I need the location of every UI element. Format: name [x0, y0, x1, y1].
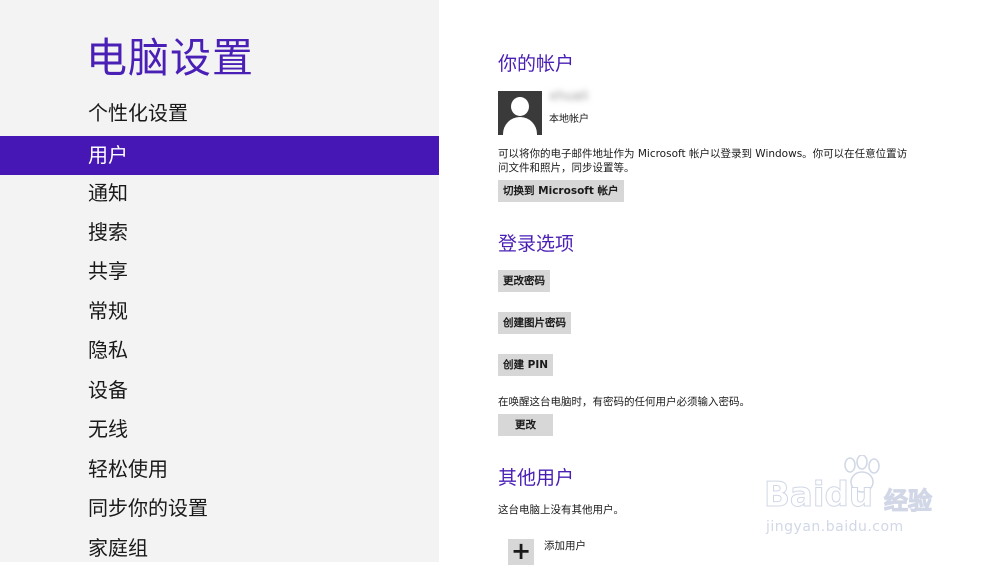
nav-item-wireless[interactable]: 无线	[0, 410, 439, 449]
settings-sidebar: 电脑设置 个性化设置 用户 通知 搜索 共享 常规 隐私 设备 无线 轻松使用 …	[0, 0, 439, 562]
add-user-label[interactable]: 添加用户	[544, 538, 586, 553]
nav-item-privacy[interactable]: 隐私	[0, 331, 439, 370]
signin-options-heading: 登录选项	[498, 233, 575, 255]
your-account-heading: 你的帐户	[498, 53, 575, 75]
user-avatar-icon	[498, 91, 542, 135]
avatar-body-shape	[503, 117, 537, 135]
user-name: xhuali	[549, 89, 589, 104]
nav-item-search[interactable]: 搜索	[0, 213, 439, 252]
nav-item-personalization[interactable]: 个性化设置	[0, 94, 439, 133]
app-title: 电脑设置	[86, 34, 254, 82]
nav-item-sync-settings[interactable]: 同步你的设置	[0, 489, 439, 528]
watermark-brand-cn: 经验	[884, 487, 933, 516]
account-description-line2: 问文件和照片，同步设置等。	[498, 162, 635, 174]
create-picture-password-button[interactable]: 创建图片密码	[498, 312, 571, 334]
nav-item-devices[interactable]: 设备	[0, 371, 439, 410]
nav-item-homegroup[interactable]: 家庭组	[0, 529, 439, 568]
change-wake-setting-button[interactable]: 更改	[498, 414, 553, 436]
other-users-heading: 其他用户	[498, 467, 575, 489]
baidu-watermark: Baidu 经验 jingyan.baidu.com	[760, 455, 960, 545]
wake-password-text: 在唤醒这台电脑时，有密码的任何用户必须输入密码。	[498, 396, 750, 408]
change-password-button[interactable]: 更改密码	[498, 270, 550, 292]
nav-item-ease-of-access[interactable]: 轻松使用	[0, 450, 439, 489]
watermark-url: jingyan.baidu.com	[766, 519, 904, 535]
nav-item-general[interactable]: 常规	[0, 292, 439, 331]
account-type-label: 本地帐户	[549, 114, 589, 125]
watermark-brand: Baidu	[763, 475, 874, 516]
create-pin-button[interactable]: 创建 PIN	[498, 354, 554, 376]
nav-item-users[interactable]: 用户	[0, 136, 439, 175]
nav-item-share[interactable]: 共享	[0, 252, 439, 291]
add-user-plus-icon[interactable]: +	[508, 539, 534, 565]
nav-item-notifications[interactable]: 通知	[0, 174, 439, 213]
avatar-head-shape	[511, 97, 529, 116]
switch-to-microsoft-account-button[interactable]: 切换到 Microsoft 帐户	[498, 180, 624, 202]
no-other-users-text: 这台电脑上没有其他用户。	[498, 504, 624, 516]
account-description-line1: 可以将你的电子邮件地址作为 Microsoft 帐户以登录到 Windows。你…	[498, 148, 908, 160]
